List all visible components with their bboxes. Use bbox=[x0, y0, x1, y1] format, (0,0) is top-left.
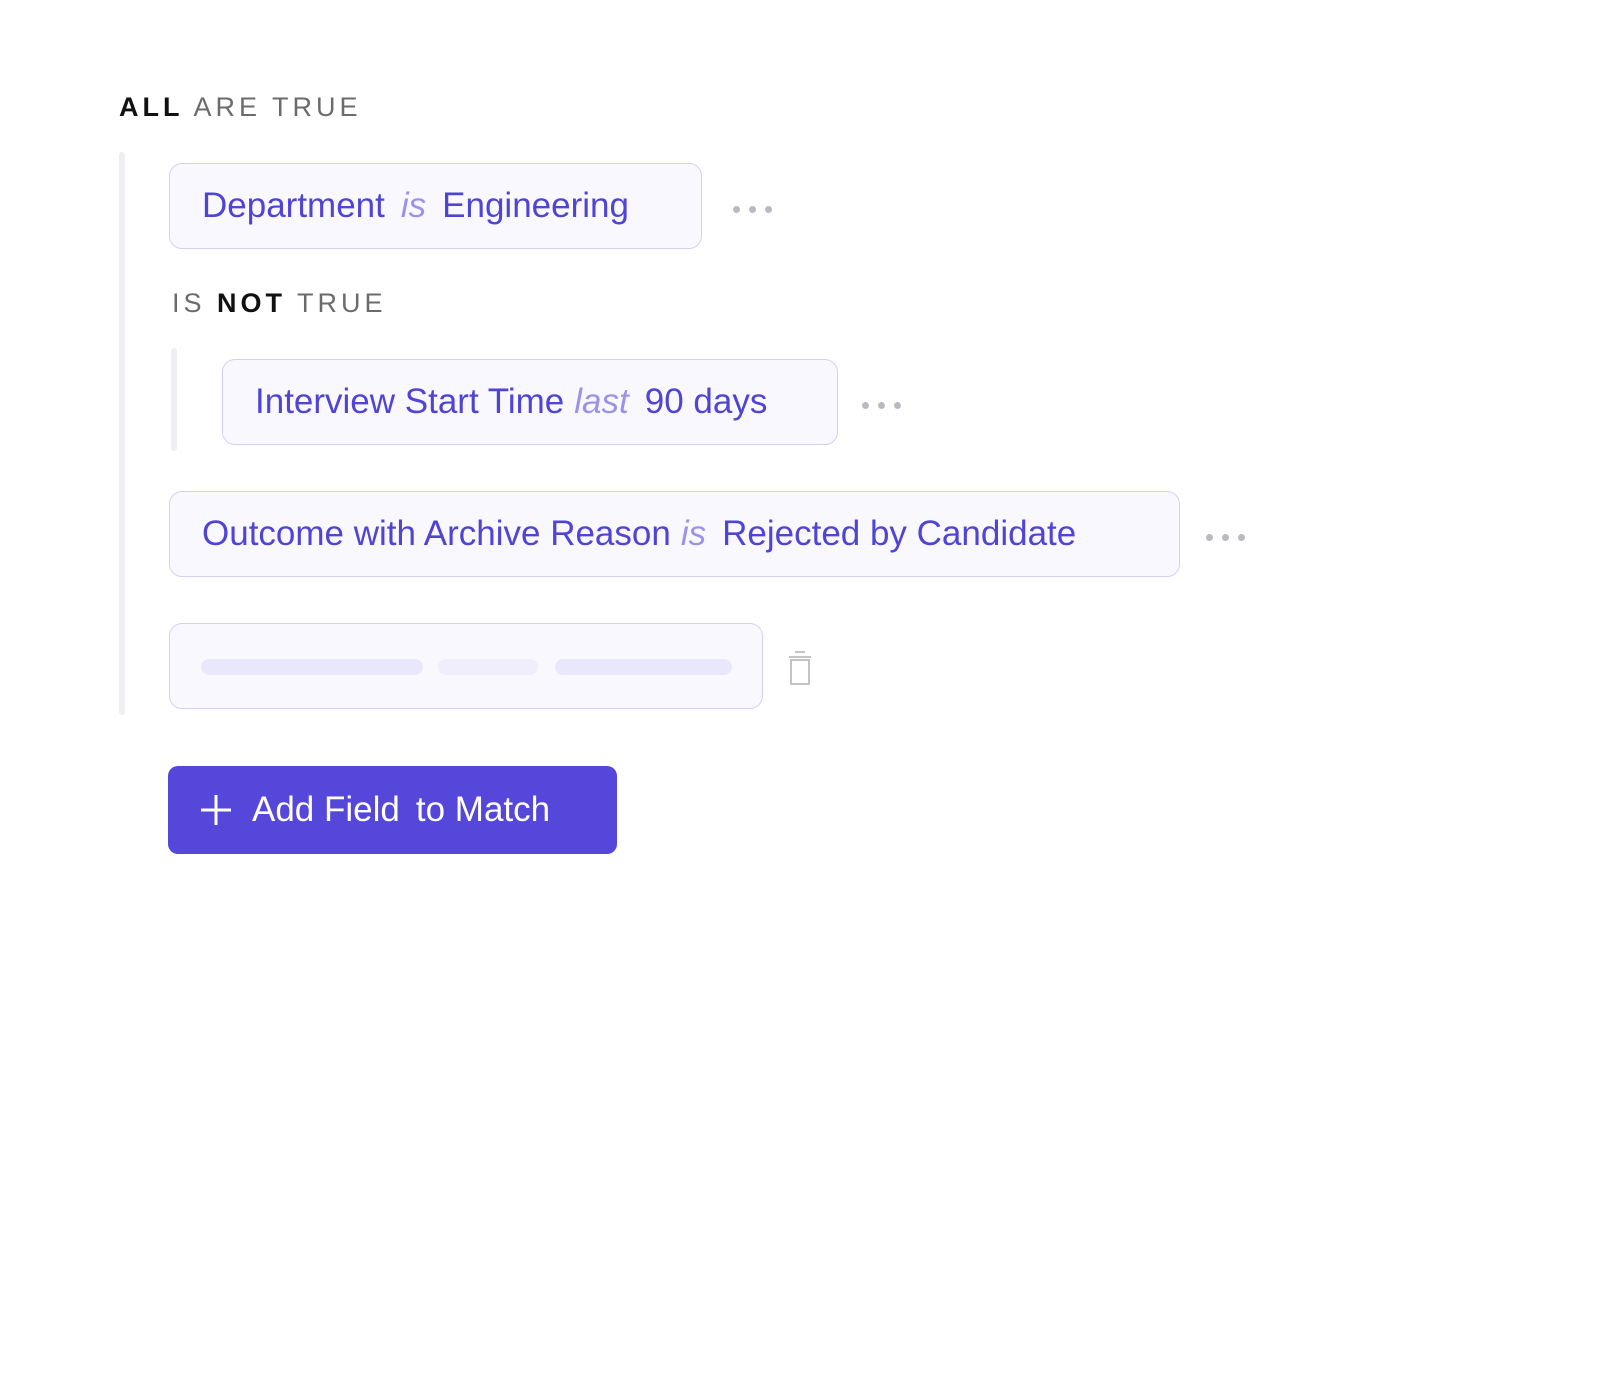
nested-group-prefix: IS bbox=[172, 288, 206, 318]
root-group-bar bbox=[119, 152, 125, 715]
condition-chip-department[interactable]: Department is Engineering bbox=[169, 163, 702, 249]
nested-group-quantifier[interactable]: NOT bbox=[217, 288, 286, 318]
condition-operator: last bbox=[574, 382, 629, 421]
dot bbox=[1206, 534, 1213, 541]
skeleton-operator bbox=[438, 659, 538, 675]
condition-field: Outcome with Archive Reason bbox=[202, 514, 671, 553]
more-options-icon[interactable] bbox=[1206, 528, 1245, 547]
condition-field: Department bbox=[202, 186, 385, 225]
condition-chip-interview-start-time[interactable]: Interview Start Time last 90 days bbox=[222, 359, 838, 445]
add-button-label-suffix: to Match bbox=[415, 790, 551, 829]
dot bbox=[765, 206, 772, 213]
condition-value: Rejected by Candidate bbox=[722, 514, 1077, 553]
root-group-suffix: ARE TRUE bbox=[193, 92, 362, 122]
plus-icon bbox=[201, 795, 231, 825]
nested-group-label: IS NOT TRUE bbox=[172, 288, 387, 319]
dot bbox=[733, 206, 740, 213]
trash-icon[interactable] bbox=[787, 650, 813, 686]
dot bbox=[878, 402, 885, 409]
add-field-to-match-button[interactable]: Add Field to Match bbox=[168, 766, 617, 854]
dot bbox=[749, 206, 756, 213]
dot bbox=[862, 402, 869, 409]
dot bbox=[894, 402, 901, 409]
condition-field: Interview Start Time bbox=[255, 382, 565, 421]
root-group-quantifier[interactable]: ALL bbox=[119, 92, 183, 122]
more-options-icon[interactable] bbox=[733, 200, 772, 219]
condition-chip-outcome-archive-reason[interactable]: Outcome with Archive Reason is Rejected … bbox=[169, 491, 1180, 577]
dot bbox=[1222, 534, 1229, 541]
skeleton-field bbox=[201, 659, 423, 675]
nested-group-suffix: TRUE bbox=[297, 288, 387, 318]
skeleton-value bbox=[555, 659, 732, 675]
condition-value: 90 days bbox=[644, 382, 768, 421]
condition-value: Engineering bbox=[442, 186, 629, 225]
root-group-label: ALL ARE TRUE bbox=[119, 92, 362, 123]
more-options-icon[interactable] bbox=[862, 396, 901, 415]
add-button-label: Add Field bbox=[252, 790, 400, 829]
dot bbox=[1238, 534, 1245, 541]
nested-group-bar bbox=[171, 348, 177, 451]
condition-operator: is bbox=[680, 514, 707, 553]
condition-operator: is bbox=[400, 186, 427, 225]
